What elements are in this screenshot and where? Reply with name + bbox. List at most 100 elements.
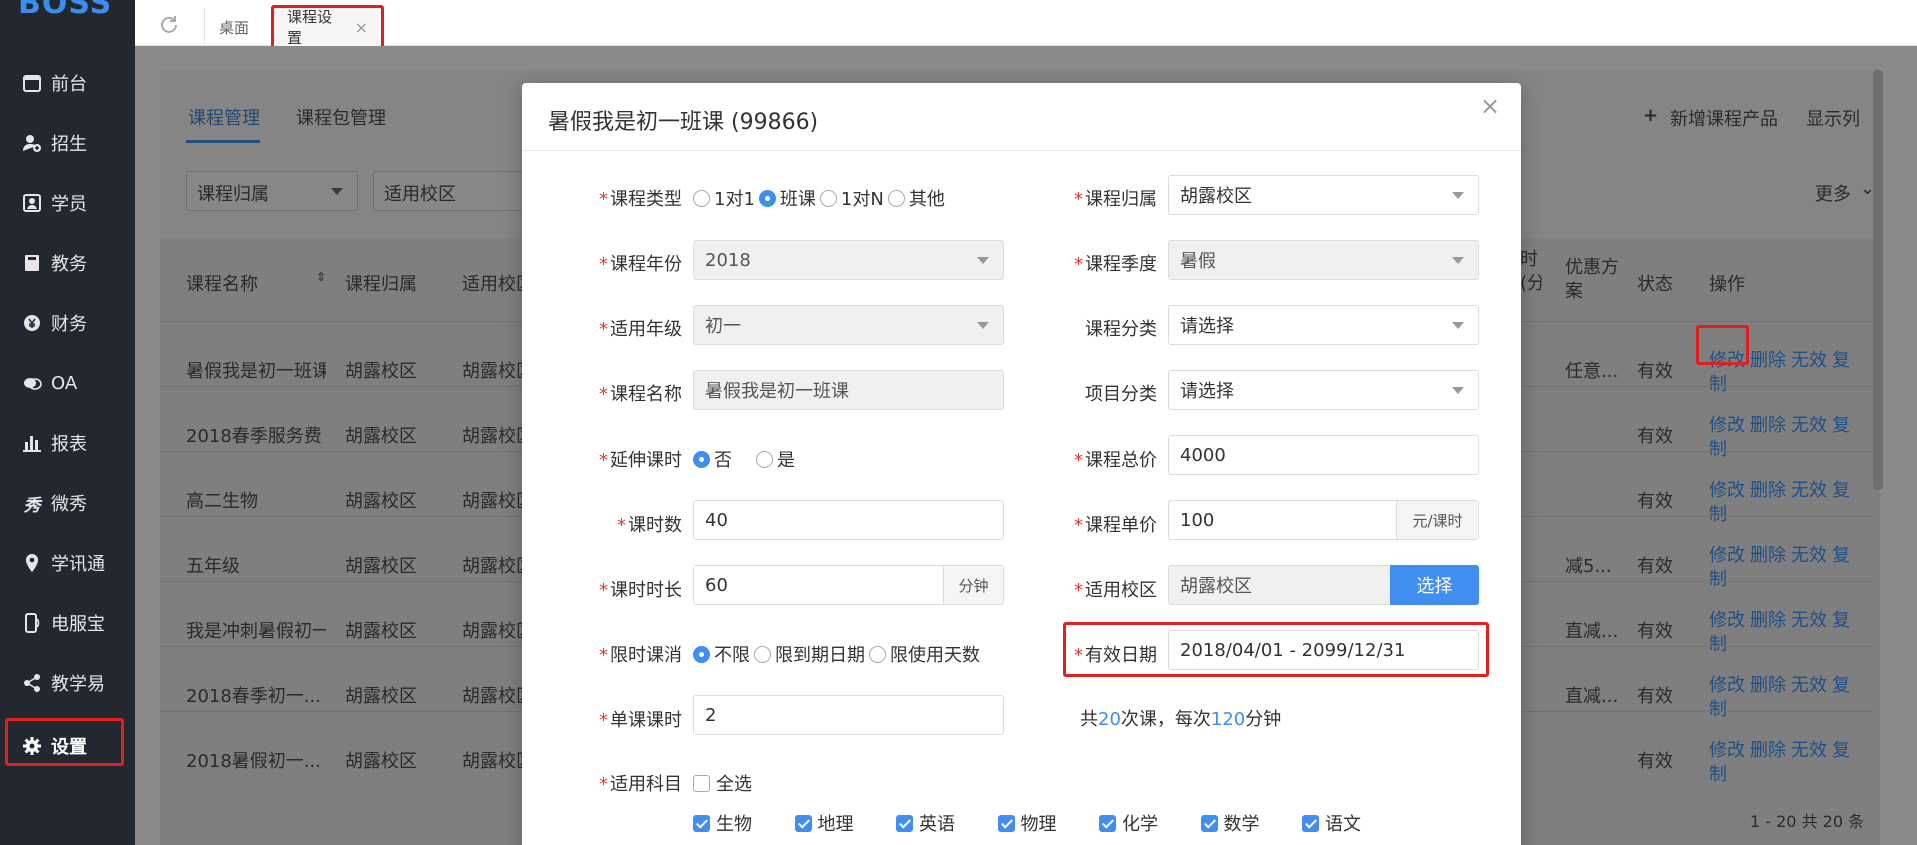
radio-limit-none[interactable]: 不限 — [693, 641, 750, 667]
sidebar-item-xuexuntong[interactable]: 学讯通 — [0, 535, 135, 591]
campus-label: * 适用校区 — [1074, 580, 1157, 601]
student-card-icon — [22, 193, 42, 213]
season-select[interactable]: 暑假 — [1168, 240, 1479, 280]
subject-checkbox[interactable]: 地理 — [794, 810, 854, 836]
radio-extend-yes[interactable]: 是 — [756, 446, 795, 472]
scrollbar[interactable] — [1873, 70, 1883, 490]
sidebar-item-academic[interactable]: 教务 — [0, 235, 135, 291]
delete-link[interactable]: 删除 — [1750, 476, 1786, 502]
edit-link[interactable]: 修改 — [1709, 736, 1745, 762]
radio-limit-days[interactable]: 限使用天数 — [869, 641, 980, 667]
radio-class[interactable]: 班课 — [758, 185, 816, 211]
sidebar-item-reports[interactable]: 报表 — [0, 415, 135, 471]
unit-price-unit: 元/课时 — [1396, 501, 1478, 539]
invalidate-link[interactable]: 无效 — [1791, 541, 1827, 567]
copy-link[interactable]: 复 — [1832, 736, 1850, 762]
hours-input[interactable]: 40 — [693, 500, 1004, 540]
invalidate-link[interactable]: 无效 — [1791, 736, 1827, 762]
invalidate-link[interactable]: 无效 — [1791, 606, 1827, 632]
tab-desktop[interactable]: 桌面 — [204, 8, 272, 46]
course-name-input[interactable]: 暑假我是初一班课 — [693, 370, 1004, 410]
sidebar-item-dianfubao[interactable]: 电服宝 — [0, 595, 135, 651]
cell-owner: 胡露校区 — [345, 621, 417, 642]
sidebar-item-label: 教学易 — [51, 674, 105, 695]
sidebar-item-enrollment[interactable]: 招生 — [0, 115, 135, 171]
duration-input[interactable]: 60 分钟 — [693, 565, 1004, 605]
delete-link[interactable]: 删除 — [1750, 346, 1786, 372]
user-add-icon — [22, 133, 42, 153]
cell-campus: 胡露校区 — [462, 426, 522, 447]
unit-price-input[interactable]: 100 元/课时 — [1168, 500, 1479, 540]
sidebar-item-jiaoxueyi[interactable]: 教学易 — [0, 655, 135, 711]
columns-button[interactable]: 显示列 — [1806, 105, 1860, 131]
edit-link[interactable]: 修改 — [1709, 411, 1745, 437]
radio-1vN[interactable]: 1对N — [819, 185, 884, 211]
course-name-value: 暑假我是初一班课 — [705, 381, 849, 402]
edit-link[interactable]: 修改 — [1709, 476, 1745, 502]
copy-link[interactable]: 复 — [1832, 476, 1850, 502]
total-price-input[interactable]: 4000 — [1168, 435, 1479, 475]
radio-limit-expiry[interactable]: 限到期日期 — [754, 641, 865, 667]
delete-link[interactable]: 删除 — [1750, 541, 1786, 567]
grade-select[interactable]: 初一 — [693, 305, 1004, 345]
sidebar-item-weixiu[interactable]: 秀 微秀 — [0, 475, 135, 531]
chevron-down-icon — [977, 257, 989, 264]
sidebar-item-label: 财务 — [51, 314, 87, 335]
sort-icon[interactable]: ⇕ — [316, 270, 326, 284]
select-all-checkbox[interactable]: 全选 — [693, 770, 752, 796]
plus-icon: + — [1643, 105, 1659, 126]
add-course-button[interactable]: 新增课程产品 — [1670, 105, 1778, 131]
edit-link[interactable]: 修改 — [1709, 671, 1745, 697]
copy-link[interactable]: 复 — [1832, 411, 1850, 437]
invalidate-link[interactable]: 无效 — [1791, 411, 1827, 437]
sidebar-item-front-desk[interactable]: 前台 — [0, 55, 135, 111]
select-campus-button[interactable]: 选择 — [1390, 565, 1479, 605]
owner-select[interactable]: 胡露校区 — [1168, 175, 1479, 215]
project-select[interactable]: 请选择 — [1168, 370, 1479, 410]
copy-link[interactable]: 复 — [1832, 671, 1850, 697]
hours-label: * 课时数 — [617, 515, 682, 536]
tab-course-package[interactable]: 课程包管理 — [296, 104, 386, 130]
invalidate-link[interactable]: 无效 — [1791, 476, 1827, 502]
sidebar-item-label: 学讯通 — [51, 554, 105, 575]
radio-other[interactable]: 其他 — [887, 185, 945, 211]
radio-1v1[interactable]: 1对1 — [693, 185, 755, 211]
sidebar-item-oa[interactable]: OA — [0, 355, 135, 411]
sidebar-item-finance[interactable]: 财务 — [0, 295, 135, 351]
course-year-select[interactable]: 2018 — [693, 240, 1004, 280]
subject-checkbox[interactable]: 数学 — [1200, 810, 1260, 836]
subject-checkbox[interactable]: 语文 — [1302, 810, 1361, 836]
edit-link[interactable]: 修改 — [1709, 606, 1745, 632]
subject-checkbox[interactable]: 物理 — [997, 810, 1057, 836]
category-select[interactable]: 请选择 — [1168, 305, 1479, 345]
delete-link[interactable]: 删除 — [1750, 736, 1786, 762]
duration-value: 60 — [705, 574, 728, 596]
sidebar-item-label: 教务 — [51, 254, 87, 275]
copy-link[interactable]: 复 — [1832, 346, 1850, 372]
delete-link[interactable]: 删除 — [1750, 606, 1786, 632]
single-hours-input[interactable]: 2 — [693, 695, 1004, 735]
sidebar-item-students[interactable]: 学员 — [0, 175, 135, 231]
column-course-name[interactable]: 课程名称 — [186, 270, 258, 296]
subject-checkbox[interactable]: 化学 — [1099, 810, 1158, 836]
subject-checkbox[interactable]: 生物 — [693, 810, 752, 836]
cell-status: 有效 — [1637, 686, 1673, 707]
refresh-icon[interactable] — [158, 14, 180, 36]
season-label: * 课程季度 — [1074, 254, 1157, 275]
invalidate-link[interactable]: 无效 — [1791, 671, 1827, 697]
copy-link[interactable]: 复 — [1832, 541, 1850, 567]
more-button[interactable]: 更多 — [1815, 180, 1851, 206]
copy-link[interactable]: 复 — [1832, 606, 1850, 632]
tab-course-management[interactable]: 课程管理 — [188, 104, 260, 130]
close-icon[interactable]: × — [1480, 92, 1500, 120]
copy-link-wrap[interactable]: 制 — [1709, 760, 1727, 786]
delete-link[interactable]: 删除 — [1750, 671, 1786, 697]
delete-link[interactable]: 删除 — [1750, 411, 1786, 437]
category-label: 课程分类 — [1085, 319, 1157, 340]
subject-checkbox[interactable]: 英语 — [896, 810, 955, 836]
edit-link[interactable]: 修改 — [1709, 541, 1745, 567]
invalidate-link[interactable]: 无效 — [1791, 346, 1827, 372]
cell-owner: 胡露校区 — [345, 686, 417, 707]
radio-extend-no[interactable]: 否 — [693, 446, 732, 472]
cell-course-name: 2018春季服务费 — [186, 426, 322, 447]
